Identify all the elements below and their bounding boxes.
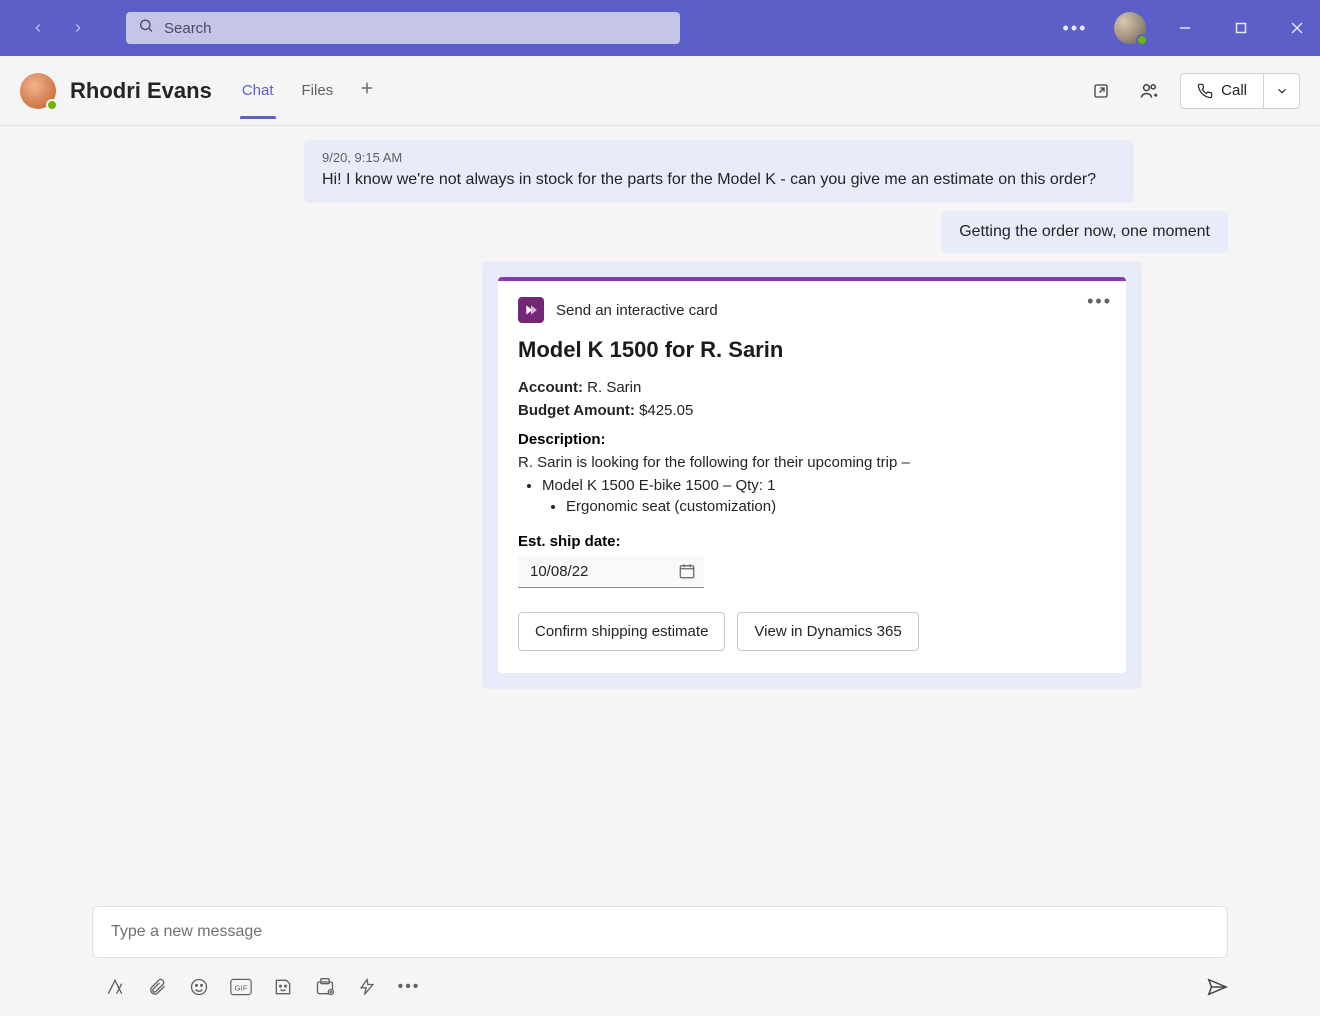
call-button[interactable]: Call xyxy=(1180,73,1264,109)
popout-button[interactable] xyxy=(1084,74,1118,108)
tab-chat[interactable]: Chat xyxy=(240,62,276,119)
chat-header: Rhodri Evans Chat Files Call xyxy=(0,56,1320,126)
composer-wrap xyxy=(0,906,1320,966)
power-automate-icon xyxy=(518,297,544,323)
peer-name: Rhodri Evans xyxy=(70,78,212,104)
composer xyxy=(92,906,1228,958)
call-options-button[interactable] xyxy=(1264,73,1300,109)
add-tab-button[interactable] xyxy=(359,80,375,101)
emoji-icon[interactable] xyxy=(188,976,210,998)
titlebar: ••• xyxy=(0,0,1320,56)
window-minimize-button[interactable] xyxy=(1168,11,1202,45)
message-incoming[interactable]: 9/20, 9:15 AM Hi! I know we're not alway… xyxy=(304,140,1134,203)
card-account-row: Account: R. Sarin xyxy=(518,379,1106,396)
description-text: R. Sarin is looking for the following fo… xyxy=(518,454,1106,471)
nav-back-button[interactable] xyxy=(28,18,48,38)
send-button[interactable] xyxy=(1206,976,1228,998)
presence-available-icon xyxy=(46,99,58,111)
view-dynamics-button[interactable]: View in Dynamics 365 xyxy=(737,612,918,651)
card-title: Model K 1500 for R. Sarin xyxy=(518,337,1106,363)
description-list: Model K 1500 E-bike 1500 – Qty: 1 Ergono… xyxy=(518,477,1106,515)
tab-files[interactable]: Files xyxy=(300,62,336,119)
window-maximize-button[interactable] xyxy=(1224,11,1258,45)
calendar-icon[interactable] xyxy=(678,562,696,585)
composer-toolbar: GIF ••• xyxy=(0,966,1320,1016)
line-item-sub: Ergonomic seat (customization) xyxy=(566,498,1106,515)
message-outgoing[interactable]: Getting the order now, one moment xyxy=(941,211,1228,253)
message-body: Hi! I know we're not always in stock for… xyxy=(322,171,1116,189)
account-value: R. Sarin xyxy=(587,379,641,396)
message-timestamp: 9/20, 9:15 AM xyxy=(322,150,1116,165)
attach-icon[interactable] xyxy=(146,976,168,998)
messages-pane: 9/20, 9:15 AM Hi! I know we're not alway… xyxy=(0,126,1320,906)
ship-date-input[interactable] xyxy=(518,556,704,588)
line-item: Model K 1500 E-bike 1500 – Qty: 1 xyxy=(542,477,1106,494)
peer-avatar[interactable] xyxy=(20,73,56,109)
account-label: Account: xyxy=(518,379,583,396)
nav-forward-button[interactable] xyxy=(68,18,88,38)
search-icon xyxy=(138,18,154,39)
card-sender-label: Send an interactive card xyxy=(556,302,718,319)
message-body: Getting the order now, one moment xyxy=(959,223,1210,241)
budget-value: $425.05 xyxy=(639,402,693,419)
card-more-button[interactable]: ••• xyxy=(1087,291,1112,312)
ship-date-label: Est. ship date: xyxy=(518,533,1106,550)
format-icon[interactable] xyxy=(104,976,126,998)
presence-available-icon xyxy=(1136,34,1148,46)
more-options-button[interactable]: ••• xyxy=(1058,11,1092,45)
confirm-shipping-button[interactable]: Confirm shipping estimate xyxy=(518,612,725,651)
budget-label: Budget Amount: xyxy=(518,402,635,419)
add-people-button[interactable] xyxy=(1132,74,1166,108)
adaptive-card: ••• Send an interactive card Model K 150… xyxy=(498,277,1126,673)
sticker-icon[interactable] xyxy=(272,976,294,998)
gif-icon[interactable]: GIF xyxy=(230,976,252,998)
actions-icon[interactable] xyxy=(356,976,378,998)
svg-text:GIF: GIF xyxy=(235,983,248,992)
loop-icon[interactable] xyxy=(314,976,336,998)
window-close-button[interactable] xyxy=(1280,11,1314,45)
more-apps-icon[interactable]: ••• xyxy=(398,976,420,998)
search-input[interactable] xyxy=(126,12,680,44)
card-budget-row: Budget Amount: $425.05 xyxy=(518,402,1106,419)
current-user-avatar[interactable] xyxy=(1114,12,1146,44)
description-label: Description: xyxy=(518,431,1106,448)
adaptive-card-wrap: ••• Send an interactive card Model K 150… xyxy=(482,261,1142,689)
message-input[interactable] xyxy=(111,923,1209,941)
search-wrap xyxy=(126,12,680,44)
call-button-label: Call xyxy=(1221,82,1247,99)
